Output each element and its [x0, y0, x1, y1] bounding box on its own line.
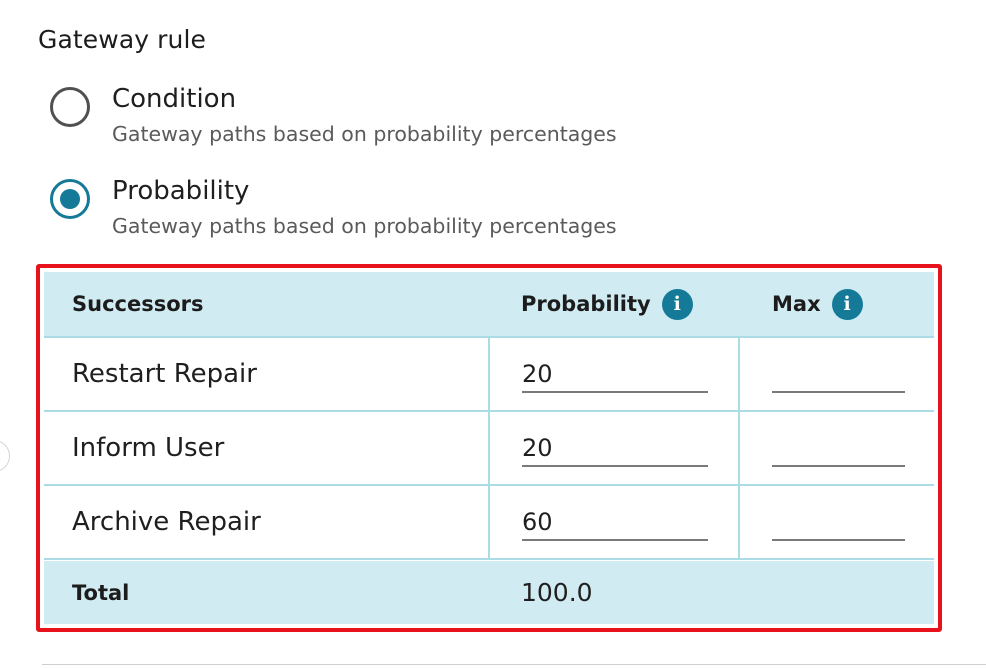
probability-label: Probability	[112, 176, 250, 206]
header-cell-probability: Probability i	[490, 272, 740, 336]
table-row: Restart Repair	[44, 338, 934, 412]
total-value-cell: 100.0	[490, 561, 740, 624]
max-cell	[740, 486, 934, 558]
table-row: Inform User	[44, 412, 934, 486]
max-input[interactable]	[772, 499, 905, 541]
successor-cell: Restart Repair	[44, 338, 490, 410]
option-probability[interactable]: Probability Gateway paths based on proba…	[50, 177, 617, 238]
table-row: Archive Repair	[44, 486, 934, 560]
option-condition[interactable]: Condition Gateway paths based on probabi…	[50, 85, 617, 146]
total-value: 100.0	[521, 578, 593, 607]
gateway-rule-title: Gateway rule	[38, 25, 207, 54]
total-label: Total	[72, 580, 130, 605]
total-empty-cell	[740, 561, 934, 624]
probability-cell	[490, 412, 740, 484]
condition-radio[interactable]	[50, 87, 90, 127]
total-label-cell: Total	[44, 561, 490, 624]
probability-description: Gateway paths based on probability perce…	[112, 214, 617, 238]
probability-radio[interactable]	[50, 179, 90, 219]
successor-cell: Inform User	[44, 412, 490, 484]
successor-name: Inform User	[72, 433, 225, 463]
side-ring	[0, 440, 10, 472]
probability-input[interactable]	[522, 351, 708, 393]
max-cell	[740, 412, 934, 484]
bottom-divider	[42, 664, 986, 665]
probability-text: Probability Gateway paths based on proba…	[112, 177, 617, 238]
successor-name: Archive Repair	[72, 507, 261, 537]
max-input[interactable]	[772, 425, 905, 467]
probability-input[interactable]	[522, 425, 708, 467]
condition-text: Condition Gateway paths based on probabi…	[112, 85, 617, 146]
probability-info-icon[interactable]: i	[661, 288, 693, 320]
max-input[interactable]	[772, 351, 905, 393]
condition-description: Gateway paths based on probability perce…	[112, 122, 617, 146]
successor-cell: Archive Repair	[44, 486, 490, 558]
header-cell-max: Max i	[740, 272, 934, 336]
successors-table-frame: Successors Probability i Max i Restart R…	[36, 264, 942, 632]
max-cell	[740, 338, 934, 410]
probability-cell	[490, 486, 740, 558]
probability-cell	[490, 338, 740, 410]
table-header-row: Successors Probability i Max i	[44, 272, 934, 338]
max-info-icon[interactable]: i	[831, 288, 863, 320]
condition-label: Condition	[112, 84, 237, 114]
header-cell-successors: Successors	[44, 272, 490, 336]
header-successors: Successors	[72, 292, 204, 316]
header-probability: Probability	[521, 292, 651, 316]
header-max: Max	[772, 292, 821, 316]
table-total-row: Total 100.0	[44, 561, 934, 624]
successor-name: Restart Repair	[72, 359, 257, 389]
probability-input[interactable]	[522, 499, 708, 541]
successors-table: Successors Probability i Max i Restart R…	[44, 272, 934, 624]
